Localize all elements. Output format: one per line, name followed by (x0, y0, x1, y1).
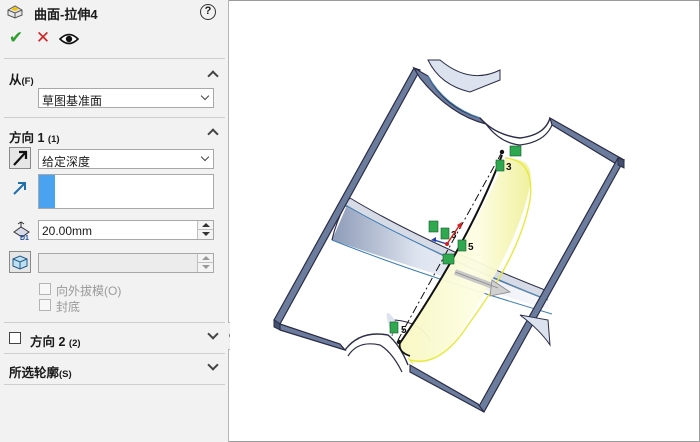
relation-tag-5b: 5 (401, 325, 407, 336)
draft-decrement-button[interactable] (197, 263, 213, 272)
chevron-down-icon (207, 359, 219, 371)
selected-contours-label: 所选轮廓 (9, 366, 60, 380)
chevron-up-icon (207, 128, 219, 140)
reverse-direction-button[interactable] (9, 147, 31, 169)
separator (4, 322, 225, 323)
chevron-up-icon (207, 70, 219, 82)
chevron-down-icon (200, 91, 210, 101)
direction2-checkbox[interactable] (9, 332, 21, 344)
feature-title-bar: 曲面-拉伸4 ? (0, 0, 229, 24)
relation-tag-5: 5 (468, 242, 474, 253)
from-shortcut: (F) (21, 76, 34, 87)
selected-contours-shortcut: (S) (59, 369, 72, 380)
chevron-down-icon (207, 328, 219, 340)
cap-end-checkbox[interactable] (39, 299, 51, 311)
direction-vector-selection-box[interactable] (38, 174, 214, 209)
group-selected-contours-header[interactable]: 所选轮廓(S) (0, 359, 229, 380)
separator (4, 384, 225, 385)
from-select[interactable]: 草图基准面 (38, 88, 214, 108)
direction1-shortcut: (1) (47, 134, 60, 145)
draft-outward-label: 向外拔模(O) (56, 284, 122, 298)
direction2-label: 方向 2 (30, 335, 66, 349)
depth-icon: D1 (13, 221, 30, 241)
separator (4, 58, 225, 59)
model-view[interactable]: 3 3 5 5 (230, 1, 699, 441)
draft-toggle-button[interactable] (9, 251, 31, 273)
depth-increment-button[interactable] (197, 221, 213, 230)
eye-icon (59, 33, 79, 45)
cancel-button[interactable]: ✕ (33, 28, 53, 48)
draft-angle-input[interactable] (38, 253, 214, 273)
depth-input[interactable]: 20.00mm (38, 220, 214, 240)
end-condition-select[interactable]: 给定深度 (38, 149, 214, 169)
draft-increment-button[interactable] (197, 254, 213, 263)
surface-extrude-icon (7, 5, 23, 19)
reverse-direction-icon (13, 150, 28, 166)
group-direction2-header[interactable]: 方向 2 (2) (0, 328, 229, 349)
draft-icon (12, 255, 28, 270)
draft-outward-checkbox[interactable] (39, 283, 51, 295)
from-select-value: 草图基准面 (42, 94, 103, 108)
preview-eye-button[interactable] (58, 28, 80, 48)
group-direction1-header[interactable]: 方向 1 (1) (0, 124, 229, 145)
graphics-viewport[interactable]: 3 3 5 5 (230, 1, 699, 441)
svg-text:D1: D1 (20, 235, 29, 241)
help-icon[interactable]: ? (200, 4, 216, 20)
direction1-label: 方向 1 (9, 131, 45, 145)
depth-value: 20.00mm (42, 224, 93, 238)
relation-tag-3: 3 (506, 162, 512, 173)
end-condition-value: 给定深度 (42, 155, 91, 169)
from-label: 从 (9, 73, 22, 87)
direction2-shortcut: (2) (68, 338, 81, 349)
depth-decrement-button[interactable] (197, 230, 213, 239)
property-manager: 曲面-拉伸4 ? ✔ ✕ 从(F) 草图基准面 方向 1 (1) 给定深度 D1… (0, 0, 229, 442)
selection-indicator (39, 175, 55, 208)
separator (4, 117, 225, 118)
feature-title: 曲面-拉伸4 (34, 7, 98, 22)
chevron-down-icon (200, 152, 210, 162)
ok-button[interactable]: ✔ (6, 28, 26, 48)
group-from-header[interactable]: 从(F) (0, 66, 229, 87)
cap-end-label: 封底 (56, 300, 81, 314)
separator (4, 353, 225, 354)
direction-vector-icon (13, 182, 26, 195)
